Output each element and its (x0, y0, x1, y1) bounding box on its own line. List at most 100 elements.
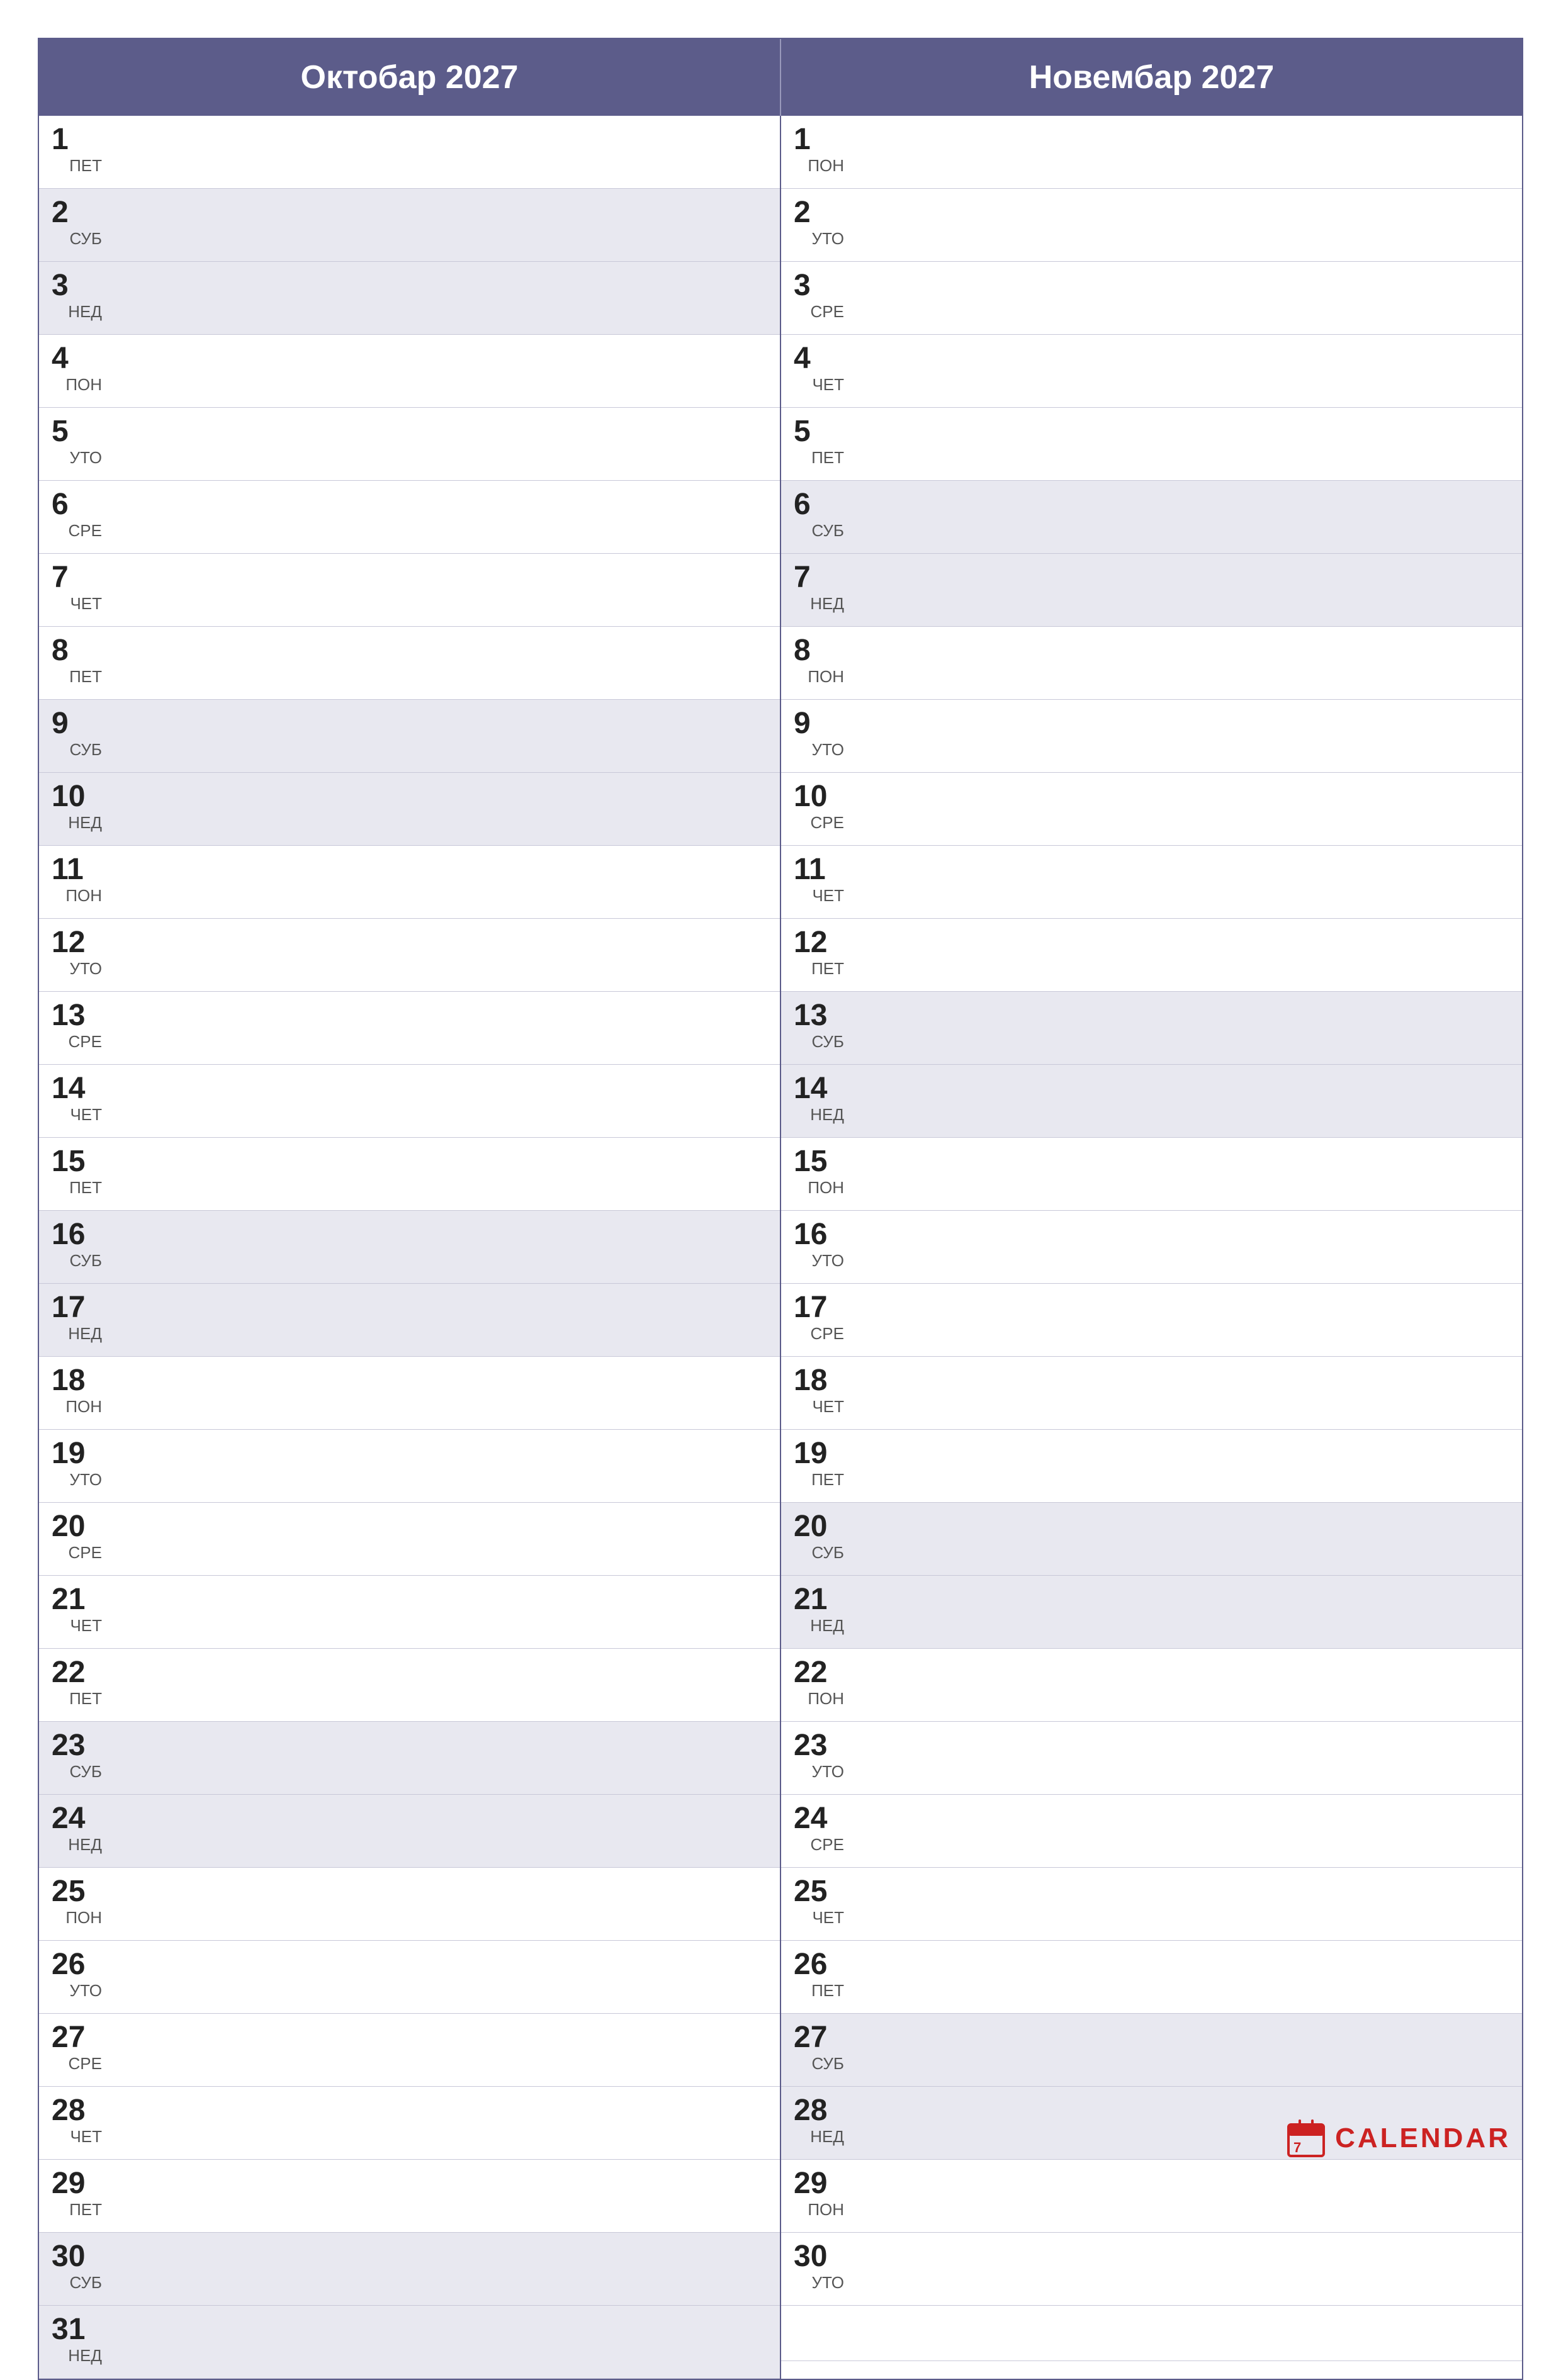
day-number: 14 (794, 1074, 844, 1104)
day-cell: 10 СРЕ (794, 782, 844, 836)
day-name: ПОН (805, 156, 844, 179)
day-cell: 8 ПЕТ (52, 636, 102, 690)
day-number: 13 (794, 1001, 844, 1031)
day-number: 29 (794, 2169, 844, 2199)
october-day-18: 18 ПОН (39, 1357, 780, 1430)
day-number: 1 (794, 125, 844, 155)
day-number: 3 (52, 271, 102, 301)
november-day-30: 30 УТО (781, 2233, 1522, 2306)
day-cell: 7 ЧЕТ (52, 563, 102, 617)
header-row: Октобар 2027 Новембар 2027 (39, 39, 1522, 116)
day-cell: 10 НЕД (52, 782, 102, 836)
october-day-19: 19 УТО (39, 1430, 780, 1503)
november-day-3: 3 СРЕ (781, 262, 1522, 335)
day-cell: 9 УТО (794, 709, 844, 763)
day-number: 22 (794, 1658, 844, 1688)
day-number: 30 (52, 2242, 102, 2272)
day-cell: 27 СУБ (794, 2023, 844, 2077)
day-number: 7 (794, 563, 844, 593)
page: Октобар 2027 Новембар 2027 1 ПЕТ 2 СУБ 3… (0, 0, 1561, 2208)
day-number: 17 (794, 1293, 844, 1323)
october-day-11: 11 ПОН (39, 846, 780, 919)
november-day-27: 27 СУБ (781, 2014, 1522, 2087)
november-day-8: 8 ПОН (781, 627, 1522, 700)
day-cell: 28 ЧЕТ (52, 2096, 102, 2150)
day-name: ПОН (63, 1397, 102, 1420)
day-name: УТО (809, 740, 844, 763)
november-day-12: 12 ПЕТ (781, 919, 1522, 992)
october-day-25: 25 ПОН (39, 1868, 780, 1941)
day-cell: 16 УТО (794, 1220, 844, 1274)
day-number: 24 (794, 1804, 844, 1834)
day-cell: 4 ЧЕТ (794, 344, 844, 398)
day-cell: 14 НЕД (794, 1074, 844, 1128)
day-cell: 1 ПЕТ (52, 125, 102, 179)
october-day-14: 14 ЧЕТ (39, 1065, 780, 1138)
day-name: НЕД (65, 302, 102, 325)
day-cell: 24 СРЕ (794, 1804, 844, 1858)
day-name: УТО (809, 1251, 844, 1274)
day-name: ЧЕТ (809, 1397, 844, 1420)
month-header-november: Новембар 2027 (781, 39, 1522, 116)
day-cell: 16 СУБ (52, 1220, 102, 1274)
day-name: ПОН (805, 1178, 844, 1201)
day-name: СУБ (809, 2054, 845, 2077)
day-name: ПЕТ (67, 667, 102, 690)
day-name: НЕД (808, 594, 844, 617)
day-number: 29 (52, 2169, 102, 2199)
day-number: 27 (794, 2023, 844, 2053)
november-day-14: 14 НЕД (781, 1065, 1522, 1138)
day-number: 15 (52, 1147, 102, 1177)
day-cell: 19 УТО (52, 1439, 102, 1493)
day-number: 27 (52, 2023, 102, 2053)
day-number: 15 (794, 1147, 844, 1177)
day-name: СУБ (67, 2273, 103, 2296)
november-day-7: 7 НЕД (781, 554, 1522, 627)
day-name: СРЕ (66, 1543, 102, 1566)
november-column: 1 ПОН 2 УТО 3 СРЕ 4 ЧЕТ 5 ПЕТ 6 СУБ 7 НЕ… (781, 116, 1522, 2379)
october-day-7: 7 ЧЕТ (39, 554, 780, 627)
day-name: УТО (67, 1470, 102, 1493)
november-day-19: 19 ПЕТ (781, 1430, 1522, 1503)
day-name: НЕД (65, 1835, 102, 1858)
day-number: 6 (52, 490, 102, 520)
october-day-13: 13 СРЕ (39, 992, 780, 1065)
day-number: 7 (52, 563, 102, 593)
day-cell: 26 ПЕТ (794, 1950, 844, 2004)
day-name: НЕД (808, 1616, 844, 1639)
day-cell: 14 ЧЕТ (52, 1074, 102, 1128)
october-day-23: 23 СУБ (39, 1722, 780, 1795)
day-name: ПЕТ (67, 1689, 102, 1712)
day-name: ПЕТ (809, 959, 844, 982)
day-name: СУБ (809, 1543, 845, 1566)
day-number: 9 (794, 709, 844, 739)
day-cell: 15 ПЕТ (52, 1147, 102, 1201)
day-name: НЕД (65, 813, 102, 836)
october-day-31: 31 НЕД (39, 2306, 780, 2379)
november-day-10: 10 СРЕ (781, 773, 1522, 846)
october-day-3: 3 НЕД (39, 262, 780, 335)
day-cell: 1 ПОН (794, 125, 844, 179)
day-number: 2 (794, 198, 844, 228)
day-number: 4 (52, 344, 102, 374)
day-cell: 31 НЕД (52, 2315, 102, 2369)
day-cell: 15 ПОН (794, 1147, 844, 1201)
day-name: ЧЕТ (67, 2127, 102, 2150)
day-cell: 7 НЕД (794, 563, 844, 617)
day-number: 10 (794, 782, 844, 812)
day-number: 8 (52, 636, 102, 666)
november-day-16: 16 УТО (781, 1211, 1522, 1284)
day-number: 19 (52, 1439, 102, 1469)
november-day-15: 15 ПОН (781, 1138, 1522, 1211)
day-cell: 12 УТО (52, 928, 102, 982)
day-cell: 3 СРЕ (794, 271, 844, 325)
day-name: УТО (67, 448, 102, 471)
days-container: 1 ПЕТ 2 СУБ 3 НЕД 4 ПОН 5 УТО 6 СРЕ 7 ЧЕ… (39, 116, 1522, 2379)
october-day-28: 28 ЧЕТ (39, 2087, 780, 2160)
day-cell: 11 ПОН (52, 855, 102, 909)
november-day-29: 29 ПОН (781, 2160, 1522, 2233)
calendar-logo-icon: 7 (1287, 2119, 1325, 2157)
october-day-2: 2 СУБ (39, 189, 780, 262)
day-name: СРЕ (66, 1032, 102, 1055)
november-day-17: 17 СРЕ (781, 1284, 1522, 1357)
